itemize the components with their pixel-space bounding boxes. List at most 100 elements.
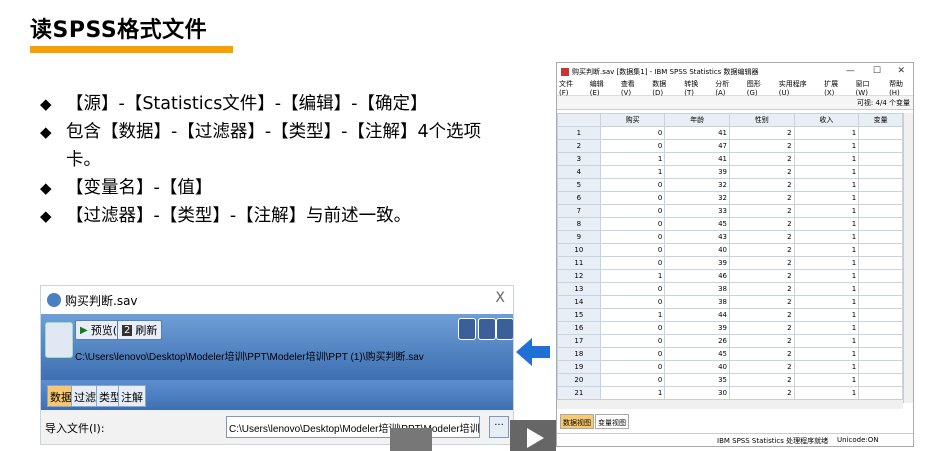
data-cell[interactable]: 2 bbox=[728, 204, 795, 218]
close-button[interactable]: ✕ bbox=[897, 66, 905, 76]
menu-analyze[interactable]: 分析(A) bbox=[715, 79, 738, 97]
data-cell[interactable]: 2 bbox=[728, 282, 795, 296]
data-cell[interactable]: 2 bbox=[728, 191, 795, 205]
data-cell[interactable]: 2 bbox=[728, 360, 795, 374]
empty-cell[interactable] bbox=[858, 347, 903, 361]
data-cell[interactable]: 0 bbox=[599, 204, 666, 218]
column-header[interactable]: 年龄 bbox=[664, 113, 730, 127]
menu-window[interactable]: 窗口(W) bbox=[856, 79, 882, 97]
data-cell[interactable]: 0 bbox=[599, 243, 666, 257]
data-cell[interactable]: 1 bbox=[793, 269, 860, 283]
menu-edit[interactable]: 编辑(E) bbox=[590, 79, 613, 97]
data-cell[interactable]: 0 bbox=[599, 282, 666, 296]
vertical-scrollbar[interactable] bbox=[903, 113, 913, 403]
menu-graphs[interactable]: 图形(G) bbox=[747, 79, 771, 97]
data-cell[interactable]: 1 bbox=[793, 217, 860, 231]
table-row[interactable]: 5 0 32 2 1 bbox=[557, 178, 903, 192]
table-row[interactable]: 13 0 38 2 1 bbox=[557, 282, 903, 296]
column-header[interactable]: 收入 bbox=[793, 113, 860, 127]
data-cell[interactable]: 1 bbox=[793, 282, 860, 296]
row-number[interactable]: 14 bbox=[557, 295, 601, 309]
data-cell[interactable]: 45 bbox=[664, 347, 730, 361]
data-cell[interactable]: 2 bbox=[728, 334, 795, 348]
data-cell[interactable]: 0 bbox=[599, 191, 666, 205]
menu-view[interactable]: 查看(V) bbox=[621, 79, 644, 97]
table-row[interactable]: 6 0 32 2 1 bbox=[557, 191, 903, 205]
data-cell[interactable]: 1 bbox=[793, 178, 860, 192]
data-cell[interactable]: 30 bbox=[664, 386, 730, 400]
menu-extensions[interactable]: 扩展(X) bbox=[824, 79, 847, 97]
data-cell[interactable]: 1 bbox=[793, 230, 860, 244]
row-number[interactable]: 10 bbox=[557, 243, 601, 257]
empty-cell[interactable] bbox=[858, 373, 903, 387]
empty-cell[interactable] bbox=[858, 165, 903, 179]
data-cell[interactable]: 1 bbox=[793, 321, 860, 335]
row-number[interactable]: 12 bbox=[557, 269, 601, 283]
data-cell[interactable]: 1 bbox=[793, 360, 860, 374]
row-number[interactable]: 4 bbox=[557, 165, 601, 179]
close-button[interactable]: X bbox=[495, 290, 505, 306]
table-row[interactable]: 18 0 45 2 1 bbox=[557, 347, 903, 361]
data-cell[interactable]: 1 bbox=[793, 165, 860, 179]
data-cell[interactable]: 43 bbox=[664, 230, 730, 244]
row-number[interactable]: 9 bbox=[557, 230, 601, 244]
menu-utilities[interactable]: 实用程序(U) bbox=[779, 79, 816, 97]
data-cell[interactable]: 2 bbox=[728, 178, 795, 192]
data-cell[interactable]: 44 bbox=[664, 308, 730, 322]
table-row[interactable]: 14 0 38 2 1 bbox=[557, 295, 903, 309]
data-cell[interactable]: 0 bbox=[599, 139, 666, 153]
column-header[interactable]: 性别 bbox=[728, 113, 795, 127]
tab-data-view[interactable]: 数据视图 bbox=[560, 414, 594, 429]
row-number[interactable]: 1 bbox=[557, 126, 601, 140]
maximize-button[interactable]: ☐ bbox=[873, 66, 881, 76]
table-row[interactable]: 4 1 39 2 1 bbox=[557, 165, 903, 179]
empty-cell[interactable] bbox=[858, 217, 903, 231]
data-cell[interactable]: 0 bbox=[599, 126, 666, 140]
empty-cell[interactable] bbox=[858, 334, 903, 348]
data-cell[interactable]: 1 bbox=[793, 126, 860, 140]
minimize-icon[interactable] bbox=[478, 318, 496, 340]
maximize-icon[interactable] bbox=[496, 318, 513, 340]
empty-cell[interactable] bbox=[858, 360, 903, 374]
row-number[interactable]: 7 bbox=[557, 204, 601, 218]
empty-cell[interactable] bbox=[858, 321, 903, 335]
row-number[interactable]: 19 bbox=[557, 360, 601, 374]
menu-transform[interactable]: 转换(T) bbox=[684, 79, 707, 97]
tab-annotation[interactable]: 注解 bbox=[118, 385, 146, 407]
data-cell[interactable]: 0 bbox=[599, 178, 666, 192]
row-number[interactable]: 2 bbox=[557, 139, 601, 153]
data-cell[interactable]: 1 bbox=[793, 256, 860, 270]
table-row[interactable]: 19 0 40 2 1 bbox=[557, 360, 903, 374]
data-cell[interactable]: 2 bbox=[728, 295, 795, 309]
data-cell[interactable]: 32 bbox=[664, 191, 730, 205]
table-row[interactable]: 2 0 47 2 1 bbox=[557, 139, 903, 153]
row-number[interactable]: 6 bbox=[557, 191, 601, 205]
row-number[interactable]: 16 bbox=[557, 321, 601, 335]
data-cell[interactable]: 47 bbox=[664, 139, 730, 153]
data-cell[interactable]: 0 bbox=[599, 373, 666, 387]
table-row[interactable]: 3 1 41 2 1 bbox=[557, 152, 903, 166]
data-cell[interactable]: 0 bbox=[599, 256, 666, 270]
minimize-button[interactable]: — bbox=[846, 66, 855, 76]
data-cell[interactable]: 35 bbox=[664, 373, 730, 387]
table-row[interactable]: 16 0 39 2 1 bbox=[557, 321, 903, 335]
data-cell[interactable]: 32 bbox=[664, 178, 730, 192]
data-cell[interactable]: 0 bbox=[599, 321, 666, 335]
data-cell[interactable]: 2 bbox=[728, 321, 795, 335]
data-cell[interactable]: 40 bbox=[664, 360, 730, 374]
data-cell[interactable]: 1 bbox=[793, 191, 860, 205]
data-cell[interactable]: 1 bbox=[599, 308, 666, 322]
data-cell[interactable]: 2 bbox=[728, 386, 795, 400]
table-row[interactable]: 1 0 41 2 1 bbox=[557, 126, 903, 140]
data-cell[interactable]: 2 bbox=[728, 243, 795, 257]
table-row[interactable]: 15 1 44 2 1 bbox=[557, 308, 903, 322]
row-number[interactable]: 21 bbox=[557, 386, 601, 400]
empty-cell[interactable] bbox=[858, 256, 903, 270]
refresh-button[interactable]: 2 刷新 bbox=[117, 320, 163, 340]
data-cell[interactable]: 39 bbox=[664, 321, 730, 335]
empty-cell[interactable] bbox=[858, 191, 903, 205]
data-cell[interactable]: 40 bbox=[664, 243, 730, 257]
data-cell[interactable]: 0 bbox=[599, 295, 666, 309]
column-header[interactable]: 购买 bbox=[599, 113, 666, 127]
data-cell[interactable]: 2 bbox=[728, 256, 795, 270]
